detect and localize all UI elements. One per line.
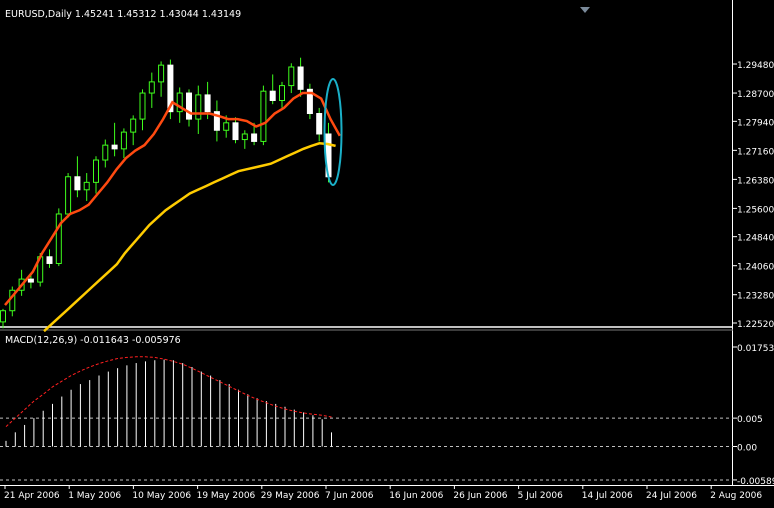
price-tick-label: 1.25600	[737, 205, 774, 215]
price-tick-label: 1.28700	[737, 90, 774, 100]
candle-bear	[204, 94, 211, 113]
candle-bull	[158, 64, 165, 83]
candle-bear	[74, 176, 81, 191]
candle-bear	[269, 90, 276, 101]
candle-bear	[27, 278, 34, 283]
candle-bull	[288, 66, 295, 87]
time-tick-label: 29 May 2006	[261, 491, 320, 501]
candle-bull	[241, 133, 248, 141]
candle-bear	[316, 113, 323, 135]
price-tick-label: 1.26380	[737, 176, 774, 186]
candle-bear	[297, 66, 304, 90]
time-tick-label: 19 May 2006	[197, 491, 256, 501]
candle-bull	[223, 122, 230, 131]
price-tick-label: 1.29480	[737, 61, 774, 71]
price-tick-label: 1.23280	[737, 292, 774, 302]
candle-bull	[120, 131, 127, 150]
macd-tick-label: 0.005	[737, 415, 763, 425]
time-tick-label: 5 Jul 2006	[518, 491, 563, 501]
candle-bull	[139, 92, 146, 120]
time-tick-label: 1 May 2006	[68, 491, 121, 501]
candle-bull	[93, 159, 99, 183]
time-tick-label: 24 Jul 2006	[646, 491, 697, 501]
macd-title: MACD(12,26,9) -0.011643 -0.005976	[5, 335, 181, 346]
time-tick-label: 14 Jul 2006	[582, 491, 633, 501]
macd-tick-label: 0.01753	[737, 344, 774, 354]
candle-bear	[186, 92, 192, 120]
time-tick-label: 2 Aug 2006	[710, 491, 762, 501]
candle-bear	[111, 144, 118, 150]
chart-background	[0, 0, 774, 504]
candle-bull	[195, 94, 202, 120]
price-tick-label: 1.27940	[737, 118, 774, 128]
candle-bull	[0, 310, 6, 323]
candle-bear	[232, 122, 239, 141]
candle-bull	[55, 213, 62, 264]
candle-bear	[46, 256, 53, 264]
price-tick-label: 1.27160	[737, 147, 774, 157]
macd-tick-label: -0.00589	[737, 477, 774, 487]
price-tick-label: 1.24060	[737, 263, 774, 273]
price-chart-title: EURUSD,Daily 1.45241 1.45312 1.43044 1.4…	[5, 9, 241, 20]
candle-bull	[148, 81, 155, 94]
time-tick-label: 21 Apr 2006	[4, 491, 60, 501]
candle-bull	[260, 90, 267, 142]
price-tick-label: 1.22520	[737, 320, 774, 330]
candle-bull	[279, 85, 285, 101]
chart-window: 1.29480 1.28700 1.27940 1.27160 1.26380 1.256…	[0, 0, 774, 504]
candle-bull	[102, 144, 109, 161]
time-tick-label: 16 Jun 2006	[389, 491, 443, 501]
price-tick-label: 1.24840	[737, 234, 774, 244]
chart-canvas: 1.29480 1.28700 1.27940 1.27160 1.26380 1.256…	[0, 0, 774, 504]
macd-tick-label: 0.00	[737, 444, 757, 454]
candle-bull	[130, 118, 137, 133]
time-tick-label: 10 May 2006	[132, 491, 191, 501]
time-tick-label: 26 Jun 2006	[453, 491, 507, 501]
candle-bull	[65, 176, 72, 215]
candle-bear	[251, 133, 258, 142]
candle-bull	[83, 181, 90, 191]
time-tick-label: 7 Jun 2006	[325, 491, 374, 501]
